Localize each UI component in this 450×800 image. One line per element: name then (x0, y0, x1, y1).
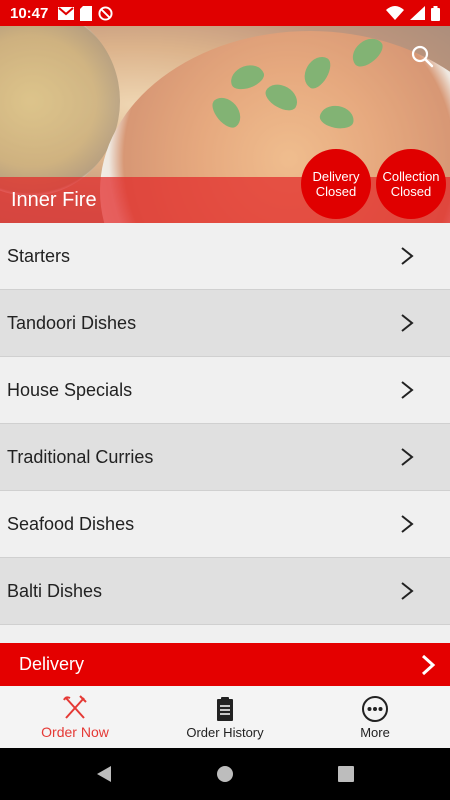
search-icon[interactable] (410, 44, 434, 68)
back-icon[interactable] (96, 765, 112, 783)
system-icons (386, 5, 440, 21)
nav-order-now-label: Order Now (41, 724, 109, 740)
home-icon[interactable] (216, 765, 234, 783)
chevron-right-icon (421, 654, 436, 675)
chevron-right-icon (401, 381, 414, 399)
system-navigation-bar (0, 748, 450, 800)
delivery-mode-label: Delivery (19, 654, 85, 674)
delivery-status-line2: Closed (315, 184, 357, 199)
menu-category-balti[interactable]: Balti Dishes (0, 558, 450, 625)
nav-order-history-label: Order History (186, 724, 264, 740)
restaurant-name: Inner Fire (11, 189, 97, 211)
menu-category-label: Seafood Dishes (7, 513, 135, 534)
delivery-mode-button[interactable]: Delivery (0, 643, 450, 686)
list-spacer (0, 625, 450, 643)
collection-status-line2: Closed (390, 184, 432, 199)
recents-icon[interactable] (338, 766, 354, 782)
restaurant-header: Inner Fire Delivery Closed Collection Cl… (0, 26, 450, 223)
menu-category-traditional-curries[interactable]: Traditional Curries (0, 424, 450, 491)
menu-category-tandoori[interactable]: Tandoori Dishes (0, 290, 450, 357)
menu-category-list: Starters Tandoori Dishes House Specials … (0, 223, 450, 625)
menu-category-label: Balti Dishes (7, 580, 103, 601)
status-time: 10:47 (10, 4, 49, 22)
nav-order-history[interactable]: Order History (150, 686, 300, 748)
chevron-right-icon (401, 314, 414, 332)
collection-status-badge: Collection Closed (376, 149, 446, 219)
wifi-icon (386, 6, 404, 20)
do-not-disturb-icon (98, 5, 113, 21)
collection-status-line1: Collection (382, 169, 440, 184)
more-dots-icon (362, 695, 388, 722)
menu-category-seafood[interactable]: Seafood Dishes (0, 491, 450, 558)
menu-category-starters[interactable]: Starters (0, 223, 450, 290)
fork-knife-icon (63, 695, 87, 719)
nav-order-now[interactable]: Order Now (0, 686, 150, 748)
chevron-right-icon (401, 515, 414, 533)
battery-icon (431, 5, 440, 21)
signal-icon (410, 6, 425, 20)
chevron-right-icon (401, 582, 414, 600)
menu-category-label: Tandoori Dishes (7, 312, 137, 333)
sd-card-icon (80, 5, 93, 21)
menu-category-house-specials[interactable]: House Specials (0, 357, 450, 424)
menu-category-label: Traditional Curries (7, 446, 154, 467)
gmail-icon (58, 6, 75, 20)
delivery-status-line1: Delivery (312, 169, 360, 184)
nav-more-label: More (360, 724, 390, 740)
chevron-right-icon (401, 448, 414, 466)
status-bar: 10:47 (0, 0, 450, 26)
clipboard-icon (217, 696, 233, 721)
delivery-status-badge: Delivery Closed (301, 149, 371, 219)
notification-icons (58, 5, 113, 21)
nav-more[interactable]: More (300, 686, 450, 748)
menu-category-label: Starters (7, 245, 71, 266)
chevron-right-icon (401, 247, 414, 265)
menu-category-label: House Specials (7, 379, 133, 400)
bottom-navigation: Order Now Order History More (0, 686, 450, 748)
